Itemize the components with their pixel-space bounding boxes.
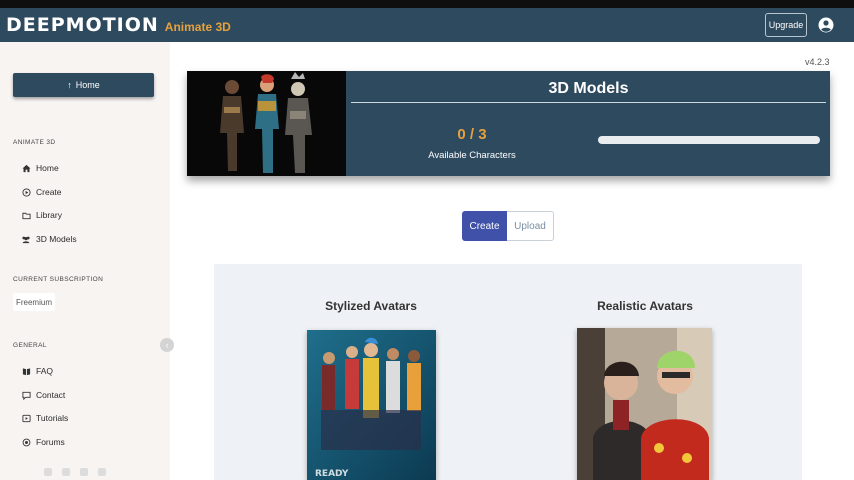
section-label-general: GENERAL — [13, 342, 47, 349]
models-card-title: 3D Models — [548, 80, 629, 97]
sidebar-home-button-label: Home — [75, 80, 100, 90]
sidebar-item-label: Create — [36, 187, 62, 197]
window-top-strip — [0, 0, 854, 8]
stylized-avatars-card[interactable]: READY — [307, 330, 436, 480]
home-icon — [21, 163, 31, 173]
create-icon — [21, 187, 31, 197]
sidebar-item-create[interactable]: Create — [21, 185, 62, 199]
sidebar-item-3d-models[interactable]: 3D Models — [21, 232, 77, 246]
models-card-divider — [351, 102, 826, 103]
users-icon — [21, 234, 31, 244]
chevron-left-icon: ‹ — [165, 340, 169, 350]
sidebar-home-button[interactable]: ↑ Home — [13, 73, 154, 97]
svg-text:READY: READY — [315, 469, 349, 479]
sidebar-item-faq[interactable]: FAQ — [21, 364, 53, 378]
sidebar-item-library[interactable]: Library — [21, 208, 62, 222]
folder-icon — [21, 210, 31, 220]
chat-icon — [21, 390, 31, 400]
top-navbar: DEEPMOTION Animate 3D Upgrade — [0, 8, 854, 42]
sidebar-item-label: FAQ — [36, 366, 54, 376]
logo-product-name: Animate 3D — [164, 20, 231, 34]
sidebar-item-label: Tutorials — [36, 413, 69, 423]
realistic-avatars-card[interactable] — [577, 328, 712, 480]
upgrade-button[interactable]: Upgrade — [765, 13, 807, 37]
forum-icon — [21, 437, 31, 447]
sidebar-item-home[interactable]: Home — [21, 161, 59, 175]
subscription-badge: Freemium — [13, 293, 55, 311]
available-characters-caption: Available Characters — [428, 150, 516, 161]
realistic-avatars-title: Realistic Avatars — [597, 299, 693, 313]
facebook-icon[interactable] — [44, 468, 52, 476]
brand-logo[interactable]: DEEPMOTION Animate 3D — [6, 14, 231, 36]
section-label-animate: ANIMATE 3D — [13, 139, 56, 146]
stylized-avatars-title: Stylized Avatars — [325, 299, 417, 313]
available-characters-count: 0 / 3 — [457, 126, 487, 143]
youtube-icon[interactable] — [62, 468, 70, 476]
sidebar: ↑ Home ANIMATE 3D Home Create Library 3D… — [0, 42, 174, 480]
twitter-icon[interactable] — [98, 468, 106, 476]
sidebar-item-label: Library — [36, 210, 62, 220]
video-icon — [21, 413, 31, 423]
social-links — [44, 468, 106, 476]
book-icon — [21, 366, 31, 376]
sidebar-item-label: Home — [36, 163, 59, 173]
logo-wordmark: DEEPMOTION — [6, 14, 159, 36]
sidebar-item-label: Forums — [36, 437, 65, 447]
models-summary-card: 3D Models 0 / 3 Available Characters — [187, 71, 830, 176]
section-label-subscription: CURRENT SUBSCRIPTION — [13, 276, 104, 283]
sidebar-item-tutorials[interactable]: Tutorials — [21, 411, 68, 425]
upload-tab-button[interactable]: Upload — [507, 211, 554, 241]
avatar-options-panel: Stylized Avatars Realistic Avatars READY — [214, 264, 802, 480]
sidebar-collapse-button[interactable]: ‹ — [160, 338, 174, 352]
instagram-icon[interactable] — [80, 468, 88, 476]
sidebar-item-contact[interactable]: Contact — [21, 388, 65, 402]
user-account-icon[interactable] — [818, 17, 834, 33]
sidebar-item-label: Contact — [36, 390, 66, 400]
app-version: v4.2.3 — [805, 57, 830, 67]
sidebar-item-label: 3D Models — [36, 234, 77, 244]
sidebar-item-forums[interactable]: Forums — [21, 435, 65, 449]
arrow-up-icon: ↑ — [67, 80, 72, 90]
characters-preview-image — [187, 71, 346, 176]
characters-progress-bar — [598, 136, 820, 144]
create-upload-toggle: Create Upload — [462, 211, 554, 241]
create-tab-button[interactable]: Create — [462, 211, 507, 241]
